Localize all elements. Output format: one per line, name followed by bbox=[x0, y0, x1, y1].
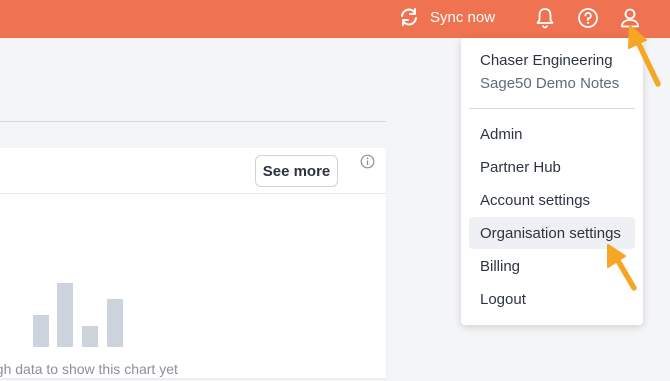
sync-now-label: Sync now bbox=[430, 8, 496, 26]
see-more-button[interactable]: See more bbox=[255, 155, 338, 187]
annotation-arrow-organisation-settings bbox=[607, 244, 637, 291]
info-icon[interactable] bbox=[360, 154, 375, 169]
placeholder-bar bbox=[57, 283, 73, 347]
top-bar: Sync now bbox=[0, 0, 670, 38]
sync-now-button[interactable]: Sync now bbox=[398, 6, 495, 28]
organisation-subtitle: Sage50 Demo Notes bbox=[480, 75, 620, 92]
help-icon bbox=[578, 8, 598, 28]
sync-icon bbox=[401, 8, 417, 26]
menu-item-account-settings[interactable]: Account settings bbox=[469, 184, 635, 216]
menu-divider bbox=[469, 108, 635, 109]
menu-item-partner-hub[interactable]: Partner Hub bbox=[469, 151, 635, 183]
notifications-button[interactable] bbox=[533, 6, 557, 30]
card-header-divider bbox=[0, 193, 386, 194]
annotation-arrow-user bbox=[628, 25, 661, 87]
placeholder-bar bbox=[107, 299, 123, 347]
help-button[interactable] bbox=[576, 6, 600, 30]
section-divider bbox=[0, 121, 386, 122]
empty-chart-message: ugh data to show this chart yet bbox=[0, 361, 178, 377]
placeholder-bar bbox=[33, 315, 49, 347]
organisation-name: Chaser Engineering bbox=[480, 52, 613, 69]
menu-item-admin[interactable]: Admin bbox=[469, 118, 635, 150]
bell-icon bbox=[536, 8, 554, 29]
placeholder-bar bbox=[82, 326, 98, 347]
chart-card: See more ugh data to show this chart yet bbox=[0, 148, 386, 378]
